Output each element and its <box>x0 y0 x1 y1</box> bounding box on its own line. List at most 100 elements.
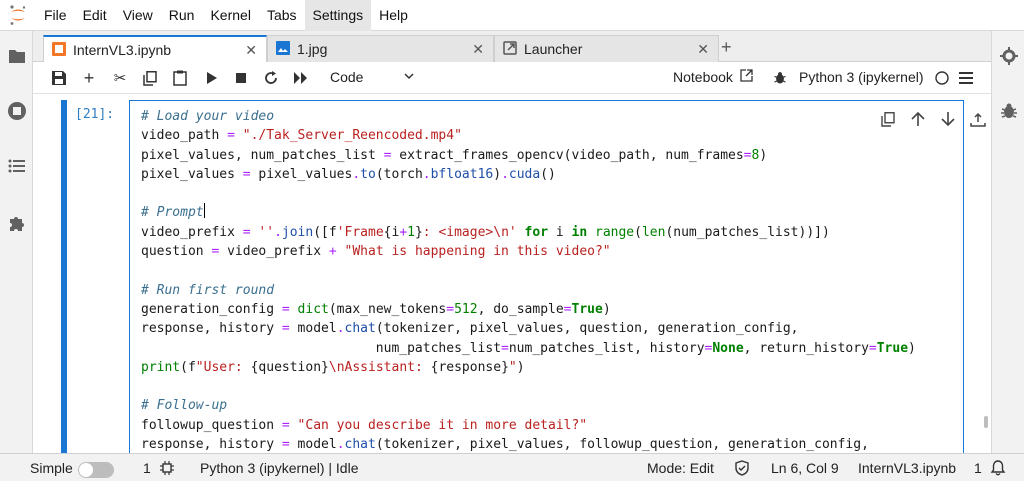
code-token: video_path <box>141 128 228 144</box>
folder-icon[interactable] <box>7 46 27 66</box>
run-icon[interactable] <box>202 68 222 88</box>
code-token: . <box>336 321 345 337</box>
code-token: "./Tak_Server_Reencoded.mp4" <box>242 128 462 144</box>
code-token: response, history <box>141 321 282 337</box>
code-token: = <box>563 301 572 317</box>
debugger-bug-icon[interactable] <box>770 68 790 88</box>
debugger-icon[interactable] <box>999 101 1019 121</box>
cell-type-dropdown[interactable]: Code <box>330 69 363 85</box>
code-token: response, history <box>141 437 282 453</box>
menu-bar: File Edit View Run Kernel Tabs Settings Help <box>0 0 1024 31</box>
code-token: range <box>595 224 635 240</box>
open-with-notebook-button[interactable]: Notebook <box>673 69 753 85</box>
code-token: # Follow-up <box>141 398 228 414</box>
stop-icon[interactable] <box>231 68 251 88</box>
code-line: # Follow-up <box>141 396 916 415</box>
notebook-icon <box>52 41 66 59</box>
tab-label: Launcher <box>524 41 583 57</box>
cell-prompt: [21]: <box>75 107 115 122</box>
code-cell-editor[interactable]: # Load your video video_path = "./Tak_Ser… <box>129 100 986 453</box>
menu-kernel[interactable]: Kernel <box>202 0 258 31</box>
code-token: } <box>414 224 423 240</box>
terminals-count: 1 <box>143 460 151 476</box>
code-line: # Load your video <box>141 107 916 126</box>
copy-icon[interactable] <box>140 68 160 88</box>
notebook-panel: [21]: # Load your video video_path = "./T… <box>33 94 991 453</box>
menu-view[interactable]: View <box>115 0 161 31</box>
tab-label: 1.jpg <box>297 41 328 57</box>
code-token: len <box>641 224 666 240</box>
tab-launcher[interactable]: Launcher ✕ <box>494 35 719 62</box>
cursor-position[interactable]: Ln 6, Col 9 <box>771 460 839 476</box>
restart-run-all-icon[interactable] <box>291 68 311 88</box>
code-token: num_patches_list <box>141 340 502 356</box>
notification-bell-icon[interactable] <box>990 460 1006 479</box>
menu-run[interactable]: Run <box>161 0 203 31</box>
cell-collapser[interactable] <box>61 100 67 453</box>
code-line: followup_question = "Can you describe it… <box>141 416 916 435</box>
close-icon[interactable]: ✕ <box>697 41 709 58</box>
code-token: , do_sample <box>477 301 564 317</box>
simple-mode-toggle[interactable] <box>78 462 114 478</box>
code-token: : <image>\n' <box>422 224 517 240</box>
notifications-count: 1 <box>974 460 982 476</box>
code-token: {i <box>383 224 400 240</box>
kernel-status[interactable]: Python 3 (ipykernel) | Idle <box>200 460 359 476</box>
code-token: i <box>548 224 572 240</box>
kernel-chip-icon[interactable] <box>160 461 174 478</box>
code-token: \nAssistant: <box>328 359 431 375</box>
code-token: generation_config <box>141 301 282 317</box>
table-of-contents-icon[interactable] <box>7 156 27 176</box>
menu-edit[interactable]: Edit <box>75 0 115 31</box>
move-down-arrow-icon[interactable] <box>938 109 958 129</box>
insert-cell-plus-icon[interactable]: + <box>79 68 99 88</box>
code-token: pixel_values <box>250 166 353 182</box>
code-line: video_path = "./Tak_Server_Reencoded.mp4… <box>141 126 916 145</box>
code-token: model <box>289 437 337 453</box>
code-token: ) <box>516 359 525 375</box>
image-icon <box>276 40 290 58</box>
code-token: = <box>227 128 235 144</box>
menu-tabs[interactable]: Tabs <box>259 0 305 31</box>
code-token: (f <box>180 359 196 375</box>
trusted-shield-icon[interactable] <box>735 460 749 479</box>
duplicate-cell-icon[interactable] <box>878 109 898 129</box>
cut-icon[interactable]: ✂ <box>110 68 130 88</box>
tab-bar: InternVL3.ipynb ✕ 1.jpg ✕ Launcher ✕ + <box>33 31 991 63</box>
tab-1-jpg[interactable]: 1.jpg ✕ <box>267 35 494 62</box>
insert-above-icon[interactable] <box>968 109 988 129</box>
code-token: chat <box>344 437 376 453</box>
property-inspector-icon[interactable] <box>999 46 1019 66</box>
restart-kernel-icon[interactable] <box>261 68 281 88</box>
code-token: print <box>141 359 181 375</box>
code-token: chat <box>344 321 376 337</box>
tab-internvl3-notebook[interactable]: InternVL3.ipynb ✕ <box>43 35 267 63</box>
code-token: to <box>360 166 376 182</box>
code-token: question <box>141 244 212 260</box>
scrollbar-thumb[interactable] <box>984 416 988 428</box>
menu-help[interactable]: Help <box>371 0 416 31</box>
menu-hamburger-icon[interactable] <box>956 68 976 88</box>
running-sessions-icon[interactable] <box>7 101 27 121</box>
paste-icon[interactable] <box>170 68 190 88</box>
extension-manager-icon[interactable] <box>7 213 27 233</box>
code-token: pixel_values <box>141 166 243 182</box>
code-token: " <box>508 359 517 375</box>
external-link-icon <box>740 69 753 85</box>
kernel-name-button[interactable]: Python 3 (ipykernel) <box>799 69 924 85</box>
new-tab-plus-icon[interactable]: + <box>721 37 732 58</box>
code-content[interactable]: # Load your video video_path = "./Tak_Ser… <box>141 107 916 453</box>
close-icon[interactable]: ✕ <box>245 42 257 59</box>
left-sidebar <box>0 31 33 453</box>
menu-file[interactable]: File <box>36 0 75 31</box>
save-icon[interactable] <box>49 68 69 88</box>
menu-settings[interactable]: Settings <box>304 0 372 31</box>
code-token: # Load your video <box>141 109 275 124</box>
close-icon[interactable]: ✕ <box>472 41 484 58</box>
move-up-arrow-icon[interactable] <box>908 109 928 129</box>
code-token: . <box>336 437 345 453</box>
chevron-down-icon[interactable] <box>403 69 415 85</box>
